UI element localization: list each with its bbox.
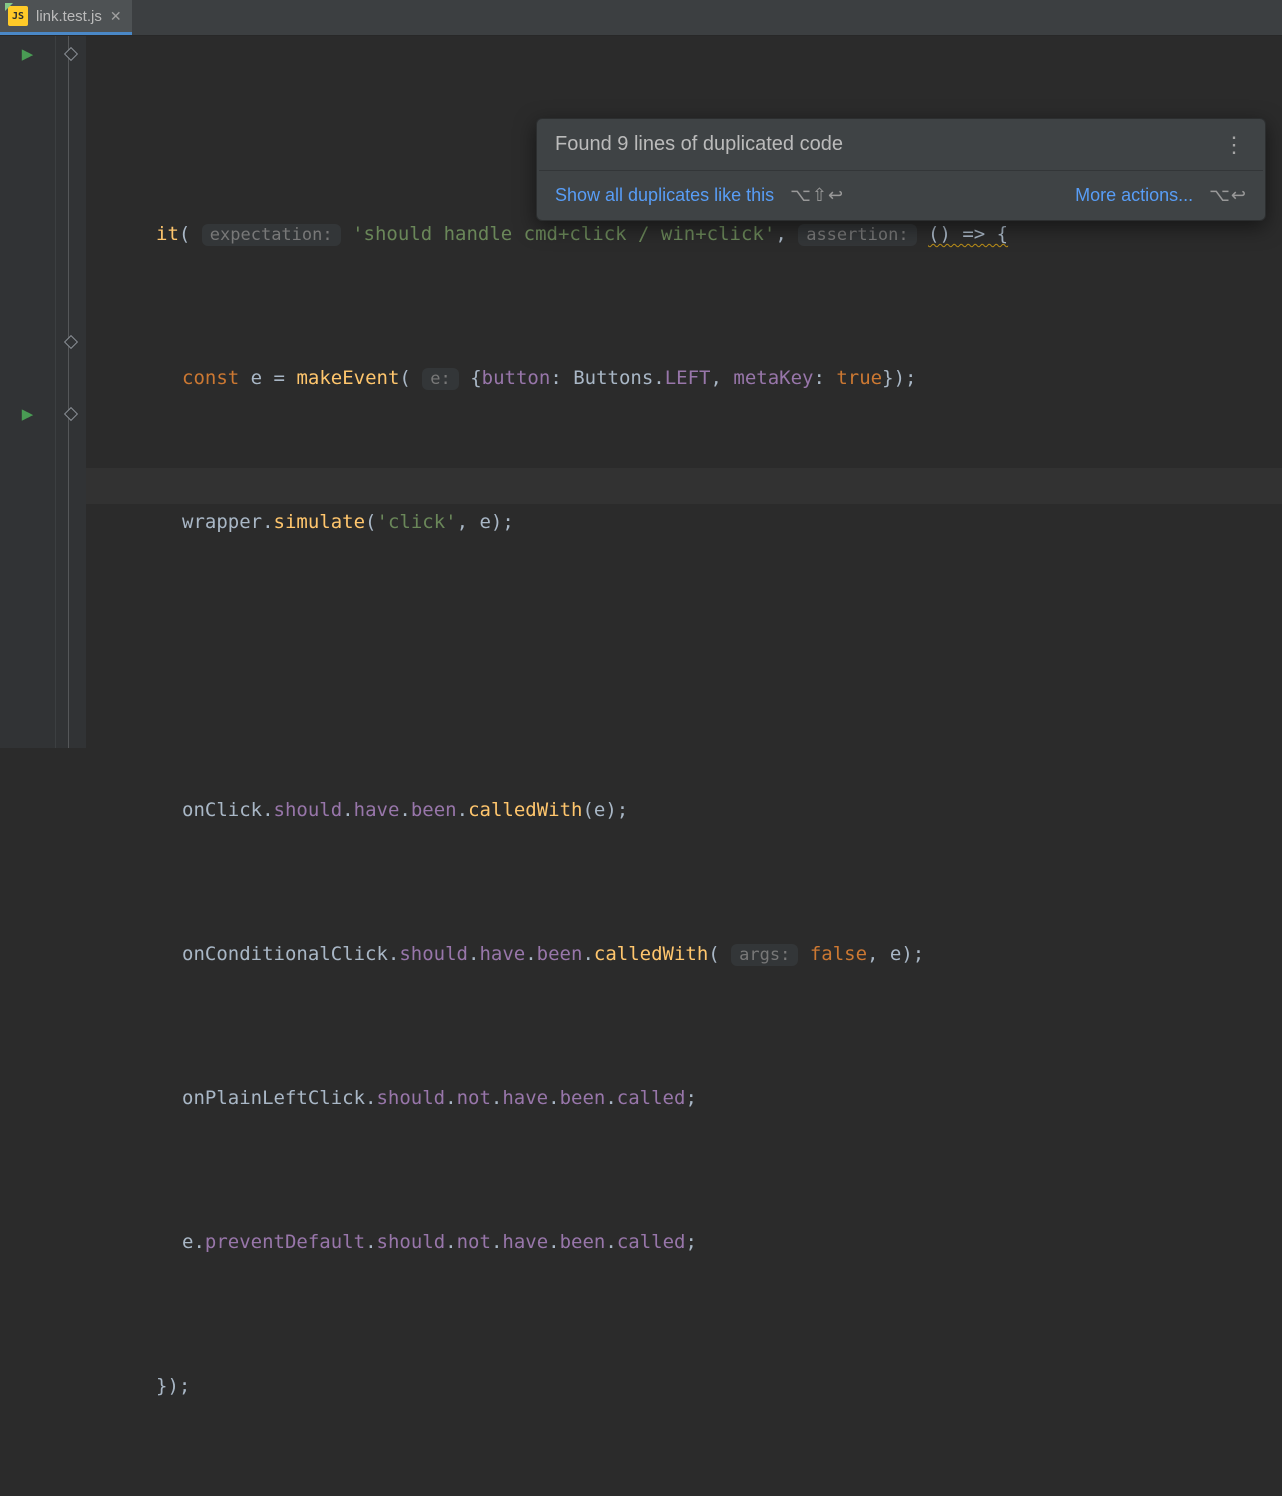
more-actions-link[interactable]: More actions... — [1075, 185, 1193, 206]
param-hint: args: — [731, 944, 798, 966]
run-icon[interactable]: ▶ — [0, 36, 55, 72]
tab-bar: JS link.test.js ✕ — [0, 0, 1282, 36]
fold-marker[interactable] — [56, 324, 86, 360]
show-duplicates-link[interactable]: Show all duplicates like this — [555, 185, 774, 206]
gutter: ▶ ▶ — [0, 36, 56, 748]
popup-title: Found 9 lines of duplicated code — [555, 133, 843, 156]
fold-gutter — [56, 36, 86, 748]
tab-label: link.test.js — [36, 8, 102, 25]
shortcut-hint: ⌥⇧↩ — [790, 185, 844, 206]
more-icon[interactable]: ⋮ — [1223, 141, 1247, 149]
param-hint: e: — [422, 368, 458, 390]
run-icon[interactable]: ▶ — [0, 396, 55, 432]
fold-marker[interactable] — [56, 396, 86, 432]
param-hint: assertion: — [798, 224, 916, 246]
js-file-icon: JS — [8, 6, 28, 26]
shortcut-hint: ⌥↩ — [1209, 185, 1247, 206]
fold-marker[interactable] — [56, 36, 86, 72]
close-icon[interactable]: ✕ — [110, 8, 122, 25]
current-line-highlight — [0, 468, 1282, 504]
inspection-popup: Found 9 lines of duplicated code ⋮ Show … — [536, 118, 1266, 221]
param-hint: expectation: — [202, 224, 341, 246]
file-tab[interactable]: JS link.test.js ✕ — [0, 0, 132, 35]
